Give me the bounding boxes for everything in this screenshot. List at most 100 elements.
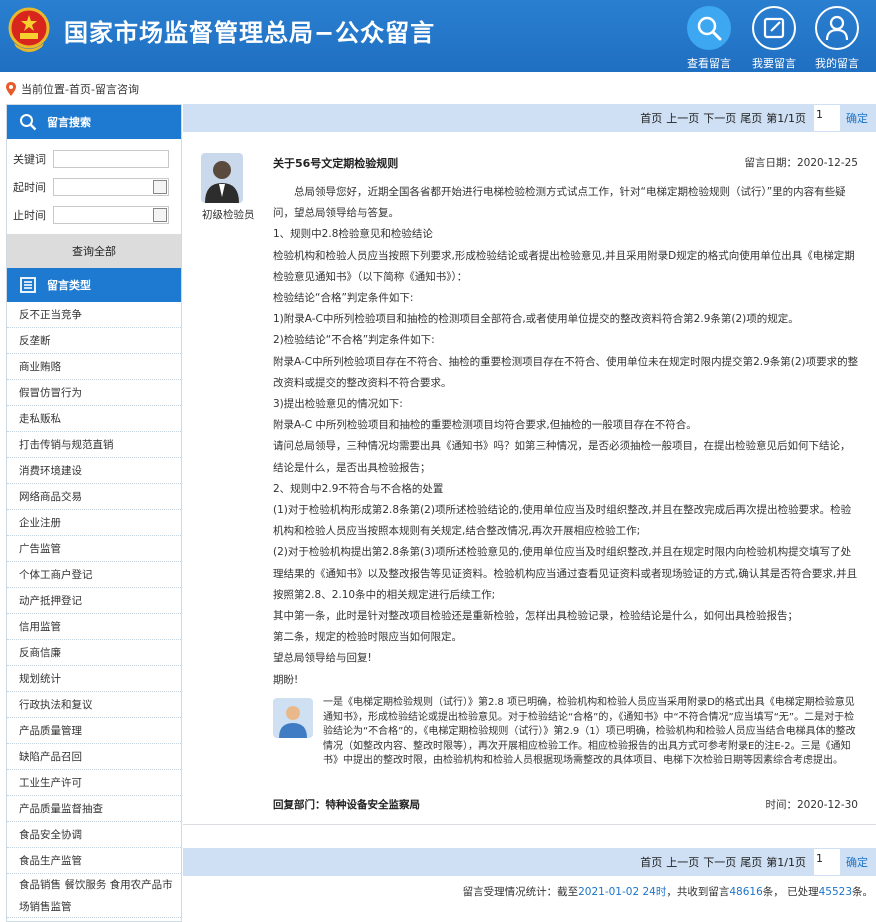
stats-processed: 45523 (818, 886, 852, 898)
end-time-label: 止时间 (13, 209, 46, 222)
site-title: 国家市场监督管理总局−公众留言 (64, 19, 436, 47)
category-item[interactable]: 广告监管 (7, 536, 181, 562)
official-avatar-icon (273, 698, 313, 738)
category-item[interactable]: 打击传销与规范直销 (7, 432, 181, 458)
view-messages-button[interactable]: 查看留言 (684, 6, 734, 71)
category-item[interactable]: 信用监管 (7, 614, 181, 640)
view-messages-label: 查看留言 (687, 57, 731, 70)
category-item[interactable]: 消费环境建设 (7, 458, 181, 484)
calendar-icon[interactable] (153, 208, 167, 222)
stats-date: 2021-01-02 24时 (578, 886, 667, 898)
message-paragraph: 总局领导您好，近期全国各省都开始进行电梯检验检测方式试点工作，针对“电梯定期检验… (273, 186, 846, 220)
pager-next[interactable]: 下一页 (703, 110, 736, 126)
category-item[interactable]: 商业贿赂 (7, 354, 181, 380)
search-icon (20, 114, 37, 131)
message-paragraph: 检验机构和检验人员应当按照下列要求,形成检验结论或者提出检验意见,并且采用附录D… (273, 249, 855, 283)
category-item[interactable]: 个体工商户登记 (7, 562, 181, 588)
message-paragraph: 2、规则中2.9不符合与不合格的处置 (273, 482, 444, 495)
message-paragraph: 望总局领导给与回复! (273, 652, 372, 665)
end-time-input[interactable] (53, 206, 169, 224)
keyword-row: 关键词 (7, 145, 181, 173)
search-panel-header: 留言搜索 (7, 105, 181, 139)
pager-prev[interactable]: 上一页 (666, 110, 699, 126)
reply-time: 时间：2020-12-30 (765, 799, 858, 811)
post-message-button[interactable]: 我要留言 (749, 6, 799, 71)
pager-next[interactable]: 下一页 (703, 854, 736, 870)
category-item[interactable]: 食品销售 餐饮服务 食用农产品市场销售监管 (7, 874, 181, 918)
category-item[interactable]: 工业生产许可 (7, 770, 181, 796)
list-icon (20, 277, 36, 293)
category-item[interactable]: 动产抵押登记 (7, 588, 181, 614)
category-item[interactable]: 反垄断 (7, 328, 181, 354)
divider (183, 824, 876, 825)
pager-last[interactable]: 尾页 (740, 854, 762, 870)
pager-go-button[interactable]: 确定 (846, 854, 868, 870)
category-item[interactable]: 反不正当竞争 (7, 302, 181, 328)
message-paragraph: 1、规则中2.8检验意见和检验结论 (273, 228, 433, 241)
category-item[interactable]: 走私贩私 (7, 406, 181, 432)
page-number-input[interactable]: 1 (814, 849, 840, 875)
pager-last[interactable]: 尾页 (740, 110, 762, 126)
user-avatar-icon (201, 153, 243, 203)
search-icon (697, 16, 722, 41)
pager-first[interactable]: 首页 (640, 110, 662, 126)
breadcrumb-text: 当前位置-首页-留言咨询 (21, 83, 139, 96)
category-item[interactable]: 食品安全协调 (7, 822, 181, 848)
message-paragraph: 其中第一条，此时是针对整改项目检验还是重新检验，怎样出具检验记录，检验结论是什么… (273, 610, 798, 623)
message-paragraph: (1)对于检验机构形成第2.8条第(2)项所述检验结论的,使用单位应当及时组织整… (273, 504, 852, 538)
pager-prev[interactable]: 上一页 (666, 854, 699, 870)
stats-prefix: 留言受理情况统计：截至 (462, 886, 579, 898)
start-time-row: 起时间 (7, 173, 181, 201)
breadcrumb: 当前位置-首页-留言咨询 (6, 80, 139, 98)
location-pin-icon (6, 82, 16, 96)
user-role: 初级检验员 (202, 209, 255, 221)
pager-page-info: 第1/1页 (766, 112, 806, 125)
message-paragraph: (2)对于检验机构提出第2.8条第(3)项所述检验意见的,使用单位应当及时组织整… (273, 546, 858, 601)
post-message-label: 我要留言 (752, 57, 796, 70)
category-item[interactable]: 缺陷产品召回 (7, 744, 181, 770)
query-all-button[interactable]: 查询全部 (7, 234, 181, 268)
message-paragraph: 请问总局领导，三种情况均需要出具《通知书》吗？如第三种情况，是否必须抽检一般项目… (273, 440, 851, 474)
pager-page-info: 第1/1页 (766, 856, 806, 869)
message-paragraph: 2)检验结论“不合格”判定条件如下: (273, 334, 435, 347)
start-time-input[interactable] (53, 178, 169, 196)
page-number-input[interactable]: 1 (814, 105, 840, 131)
message-item: 初级检验员 关于56号文定期检验规则 留言日期：2020-12-25 总局领导您… (183, 140, 876, 840)
category-item[interactable]: 企业注册 (7, 510, 181, 536)
stats-mid1: ，共收到留言 (666, 886, 730, 898)
stats-mid2: 条， 已处理 (762, 886, 819, 898)
category-item[interactable]: 产品质量管理 (7, 718, 181, 744)
pager-top: 首页 上一页 下一页 尾页 第1/1页 1 确定 (183, 104, 876, 132)
end-time-row: 止时间 (7, 201, 181, 229)
category-list: 反不正当竞争 反垄断 商业贿赂 假冒仿冒行为 走私贩私 打击传销与规范直销 消费环境建设 网络… (7, 302, 181, 918)
my-messages-button[interactable]: 我的留言 (812, 6, 862, 71)
reply-text: 一是《电梯定期检验规则（试行）》第2.8 项已明确，检验机构和检验人员应当采用附… (323, 697, 856, 766)
pager-go-button[interactable]: 确定 (846, 110, 868, 126)
keyword-input[interactable] (53, 150, 169, 168)
reply-department: 回复部门：特种设备安全监察局 (273, 799, 420, 811)
pager-bottom: 首页 上一页 下一页 尾页 第1/1页 1 确定 (183, 848, 876, 876)
calendar-icon[interactable] (153, 180, 167, 194)
category-item[interactable]: 网络商品交易 (7, 484, 181, 510)
stats-received: 48616 (729, 886, 763, 898)
category-item[interactable]: 产品质量监督抽查 (7, 796, 181, 822)
pager-first[interactable]: 首页 (640, 854, 662, 870)
message-paragraph: 附录A-C中所列检验项目存在不符合、抽检的重要检测项目存在不符合、使用单位未在规… (273, 355, 859, 389)
message-body: 总局领导您好，近期全国各省都开始进行电梯检验检测方式试点工作，针对“电梯定期检验… (273, 182, 859, 691)
message-date: 留言日期：2020-12-25 (744, 157, 858, 169)
my-messages-label: 我的留言 (815, 57, 859, 70)
category-item[interactable]: 反商信廉 (7, 640, 181, 666)
national-emblem-icon (8, 7, 50, 52)
category-item[interactable]: 食品生产监管 (7, 848, 181, 874)
category-item[interactable]: 假冒仿冒行为 (7, 380, 181, 406)
category-panel-header: 留言类型 (7, 268, 181, 302)
category-item[interactable]: 规划统计 (7, 666, 181, 692)
user-icon (825, 15, 849, 41)
category-item[interactable]: 行政执法和复议 (7, 692, 181, 718)
category-panel-title: 留言类型 (47, 279, 91, 292)
message-paragraph: 第二条，规定的检验时限应当如何限定。 (273, 631, 462, 644)
message-paragraph: 附录A-C 中所列检验项目和抽检的重要检测项目均符合要求,但抽检的一般项目存在不… (273, 419, 697, 432)
message-paragraph: 检验结论“合格”判定条件如下: (273, 292, 414, 305)
start-time-label: 起时间 (13, 181, 46, 194)
sidebar: 留言搜索 关键词 起时间 止时间 查询全部 留言类型 反不正当竞争 反垄断 商业贿赂… (6, 104, 182, 922)
